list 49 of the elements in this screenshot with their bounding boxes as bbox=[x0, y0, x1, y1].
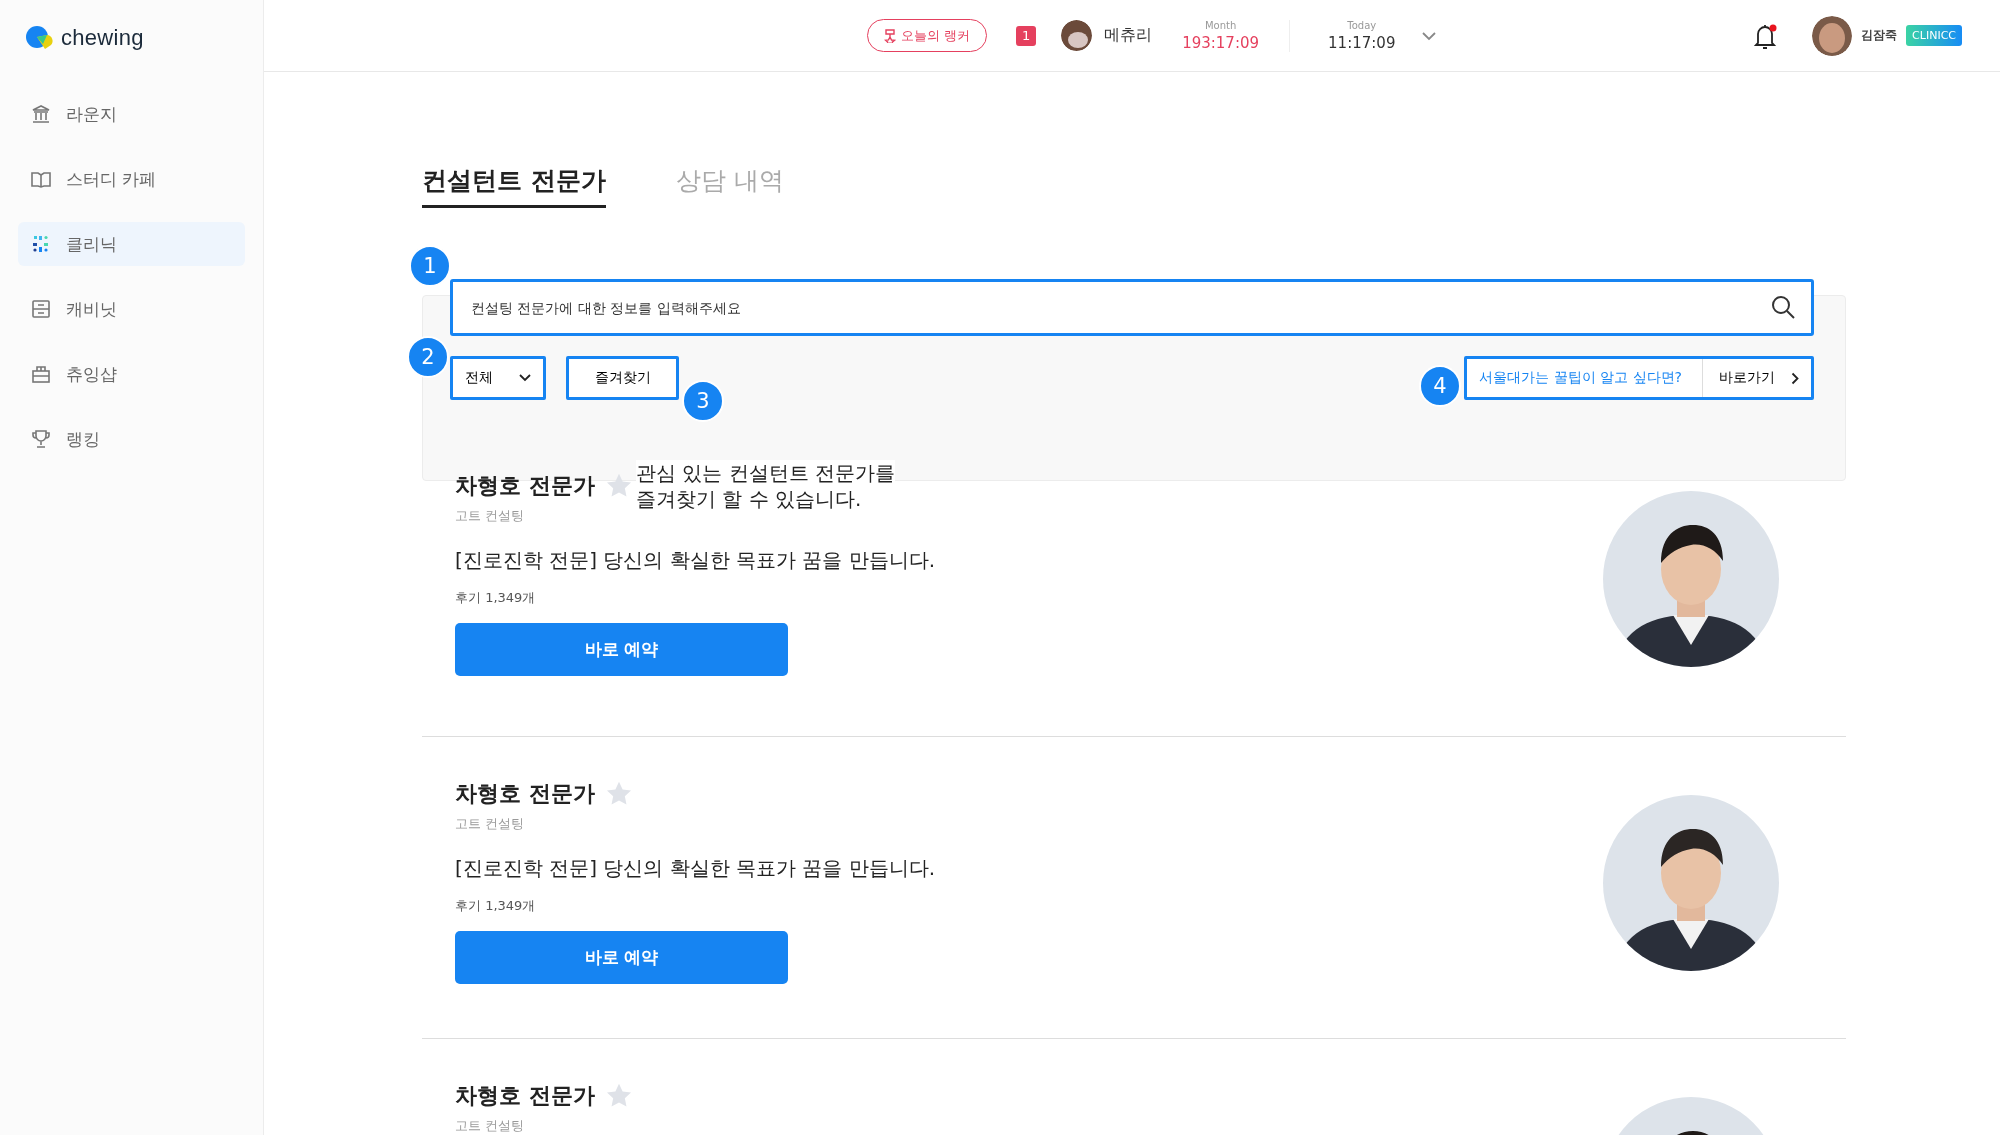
shortcut-button[interactable]: 바로가기 bbox=[1703, 359, 1811, 397]
ranker-button[interactable]: 오늘의 랭커 bbox=[867, 19, 988, 52]
expert-headline: [진로진학 전문] 당신의 확실한 목표가 꿈을 만듭니다. bbox=[455, 547, 936, 574]
sidebar-item[interactable]: 스터디 카페 bbox=[18, 157, 245, 201]
step-marker: 2 bbox=[407, 336, 449, 378]
avatar bbox=[1061, 20, 1093, 51]
timer-label: Today bbox=[1347, 19, 1377, 31]
search-icon[interactable] bbox=[1770, 294, 1796, 320]
rank-badge: 1 bbox=[1016, 25, 1037, 46]
review-count: 후기 1,349개 bbox=[455, 897, 536, 915]
book-button[interactable]: 바로 예약 bbox=[455, 623, 788, 676]
cabinet-icon bbox=[30, 298, 52, 320]
timer-value: 11:17:09 bbox=[1328, 33, 1396, 52]
expert-name: 차형호 전문가 bbox=[455, 780, 595, 808]
chevron-icon[interactable] bbox=[1421, 30, 1438, 41]
company-name: 고트 컨설팅 bbox=[455, 815, 525, 833]
chevron-right-icon bbox=[1791, 371, 1799, 385]
promo-link[interactable]: 서울대가는 꿀팁이 알고 싶다면? bbox=[1467, 359, 1703, 397]
search-field[interactable]: 컨설팅 전문가에 대한 정보를 입력해주세요 bbox=[450, 279, 1814, 336]
expert-name: 차형호 전문가 bbox=[455, 1082, 595, 1110]
company-name: 고트 컨설팅 bbox=[455, 507, 525, 525]
favorites-button[interactable]: 즐겨찾기 bbox=[566, 356, 679, 400]
sidebar-item[interactable]: 랭킹 bbox=[18, 417, 245, 461]
step-marker: 1 bbox=[409, 245, 451, 287]
sidebar-item[interactable]: 라운지 bbox=[18, 92, 245, 136]
category-dropdown[interactable]: 전체 bbox=[450, 356, 546, 400]
logo-icon bbox=[25, 24, 55, 52]
sidebar-item[interactable]: 클리닉 bbox=[18, 222, 245, 266]
trophy-icon bbox=[30, 428, 52, 450]
sidebar-item[interactable]: 츄잉샵 bbox=[18, 352, 245, 396]
user-avatar[interactable] bbox=[1812, 15, 1853, 56]
tab[interactable]: 컨설턴트 전문가 bbox=[422, 164, 606, 208]
book-button[interactable]: 바로 예약 bbox=[455, 931, 788, 984]
medal-icon bbox=[884, 28, 896, 43]
logo-text: chewing bbox=[61, 25, 144, 51]
timer-label: Month bbox=[1204, 19, 1237, 31]
gift-box-icon bbox=[30, 363, 52, 385]
company-name: 고트 컨설팅 bbox=[455, 1117, 525, 1135]
timer-value: 193:17:09 bbox=[1182, 33, 1260, 52]
caret-icon bbox=[519, 374, 531, 382]
expert-headline: [진로진학 전문] 당신의 확실한 목표가 꿈을 만듭니다. bbox=[455, 855, 936, 882]
expert-name: 차형호 전문가 bbox=[455, 472, 595, 500]
user-name: 김잠죽 bbox=[1861, 27, 1898, 44]
ranker-name: 메츄리 bbox=[1104, 25, 1153, 46]
tooltip: 관심 있는 컨설턴트 전문가를 즐겨찾기 할 수 있습니다. bbox=[636, 460, 896, 512]
plan-badge: CLINICC bbox=[1906, 25, 1962, 46]
review-count: 후기 1,349개 bbox=[455, 589, 536, 607]
bank-icon bbox=[30, 103, 52, 125]
sidebar-item[interactable]: 캐비닛 bbox=[18, 287, 245, 331]
